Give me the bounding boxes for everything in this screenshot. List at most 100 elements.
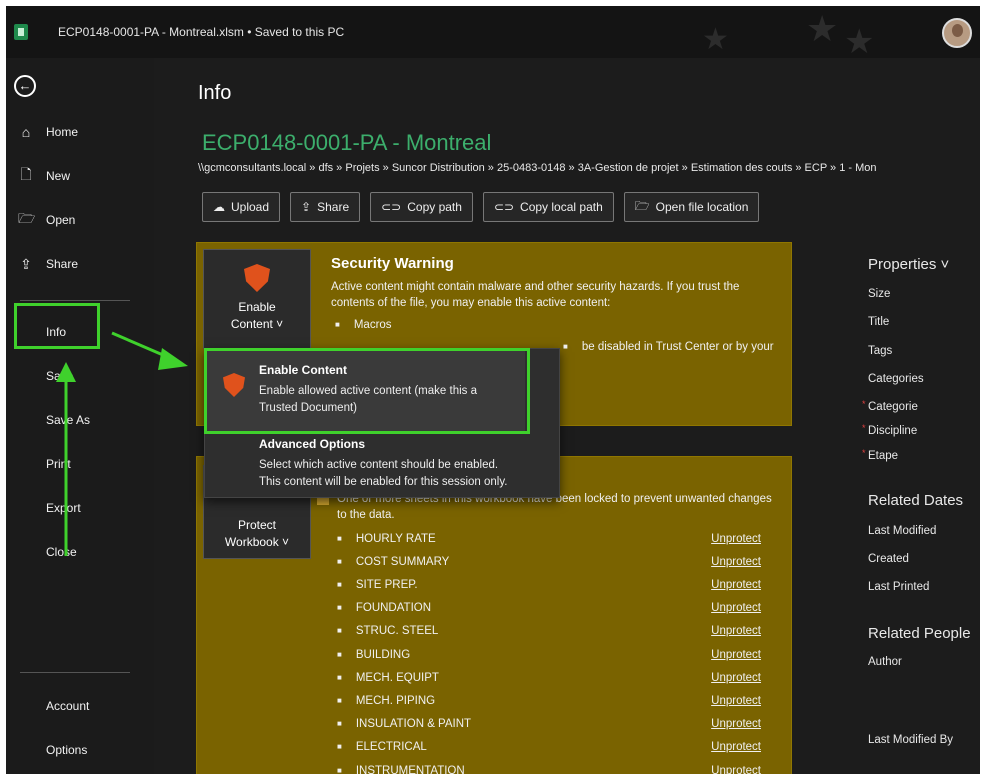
property-discipline: * Discipline xyxy=(862,423,918,437)
star-decoration-icon: ★ xyxy=(844,23,875,61)
last-printed-label: Last Printed xyxy=(868,581,930,593)
upload-button-label: Upload xyxy=(231,200,270,214)
list-item: ELECTRICAL Unprotect xyxy=(337,741,761,753)
sidebar-item-new[interactable]: 🗋 New xyxy=(18,164,70,188)
file-actions-toolbar: ☁ Upload ⇪ Share ⊂⊃ Copy path ⊂⊃ Copy lo… xyxy=(202,192,760,222)
open-file-location-button-label: Open file location xyxy=(655,200,749,214)
list-item: BUILDING Unprotect xyxy=(337,649,761,661)
related-people-heading: Related People xyxy=(868,625,971,642)
sidebar-item-save[interactable]: Save xyxy=(46,369,73,383)
copy-local-path-button[interactable]: ⊂⊃ Copy local path xyxy=(482,192,614,222)
unprotect-link[interactable]: Unprotect xyxy=(711,579,761,591)
sheet-name: INSTRUMENTATION xyxy=(337,765,465,774)
list-item: INSULATION & PAINT Unprotect xyxy=(337,718,761,730)
protect-workbook-label-dropdown: Workbook ˅ xyxy=(224,535,290,549)
sidebar-divider xyxy=(20,672,130,673)
property-categories: Categories xyxy=(868,373,924,385)
sheet-name: COST SUMMARY xyxy=(337,556,450,568)
property-label: Categorie xyxy=(868,401,918,413)
enable-content-highlight-box xyxy=(204,348,530,434)
macros-bullet: Macros xyxy=(335,319,392,331)
excel-app-icon xyxy=(14,24,28,40)
sheet-name: BUILDING xyxy=(337,649,410,661)
sidebar-divider xyxy=(20,300,130,301)
unprotect-link[interactable]: Unprotect xyxy=(711,695,761,707)
advanced-options-menu-desc: This content will be enabled for this se… xyxy=(259,476,508,488)
copy-local-path-button-label: Copy local path xyxy=(520,200,603,214)
property-etape: * Etape xyxy=(862,448,899,462)
page-title: Info xyxy=(198,82,232,104)
sheet-name: INSULATION & PAINT xyxy=(337,718,471,730)
list-item: MECH. EQUIPT Unprotect xyxy=(337,672,761,684)
link-icon: ⊂⊃ xyxy=(493,200,515,214)
shield-icon xyxy=(244,264,270,292)
sidebar-item-label: Open xyxy=(46,213,76,227)
upload-button[interactable]: ☁ Upload xyxy=(202,192,281,222)
unprotect-link[interactable]: Unprotect xyxy=(711,556,761,568)
title-bar: ECP0148-0001-PA - Montreal.xlsm • Saved … xyxy=(6,6,980,61)
list-item: SITE PREP. Unprotect xyxy=(337,579,761,591)
file-title: ECP0148-0001-PA - Montreal xyxy=(202,130,492,155)
sidebar-item-label: Home xyxy=(46,125,79,139)
sidebar-item-export[interactable]: Export xyxy=(46,501,81,515)
unprotect-link[interactable]: Unprotect xyxy=(711,765,761,774)
user-avatar[interactable] xyxy=(942,18,972,48)
enable-content-label: Enable xyxy=(238,300,276,314)
related-dates-heading: Related Dates xyxy=(868,492,964,509)
properties-heading[interactable]: Properties ˅ xyxy=(868,256,949,273)
sheet-name: MECH. PIPING xyxy=(337,695,435,707)
copy-path-button[interactable]: ⊂⊃ Copy path xyxy=(370,192,473,222)
list-item: STRUC. STEEL Unprotect xyxy=(337,625,761,637)
unprotect-link[interactable]: Unprotect xyxy=(711,625,761,637)
sidebar-item-label: Share xyxy=(46,257,79,271)
share-icon: ⇪ xyxy=(301,200,312,214)
list-item: FOUNDATION Unprotect xyxy=(337,602,761,614)
advanced-options-menu-item[interactable]: Advanced Options Select which active con… xyxy=(205,433,559,497)
new-document-icon: 🗋 xyxy=(20,166,32,182)
list-item: INSTRUMENTATION Unprotect xyxy=(337,765,761,774)
created-label: Created xyxy=(868,553,909,565)
property-size: Size xyxy=(868,288,891,300)
sidebar-item-print[interactable]: Print xyxy=(46,457,71,471)
sheet-name: HOURLY RATE xyxy=(337,533,436,545)
home-icon: ⌂ xyxy=(21,124,31,140)
unprotect-link[interactable]: Unprotect xyxy=(711,718,761,730)
trust-center-tail: be disabled in Trust Center or by your xyxy=(581,341,774,353)
excel-backstage-window: ECP0148-0001-PA - Montreal.xlsm • Saved … xyxy=(6,6,980,774)
sidebar-item-home[interactable]: ⌂ Home xyxy=(18,120,78,144)
sidebar-item-save-as[interactable]: Save As xyxy=(46,413,90,427)
sidebar-item-options[interactable]: Options xyxy=(46,743,87,757)
sidebar-item-open[interactable]: 🗁 Open xyxy=(18,208,75,232)
macros-label: Macros xyxy=(353,319,392,331)
list-item: HOURLY RATE Unprotect xyxy=(337,533,761,545)
unprotect-link[interactable]: Unprotect xyxy=(711,672,761,684)
unprotect-link[interactable]: Unprotect xyxy=(711,649,761,661)
enable-content-button[interactable]: Enable Content ˅ xyxy=(203,249,311,349)
property-title: Title xyxy=(868,316,890,328)
sidebar-item-close[interactable]: Close xyxy=(46,545,77,559)
open-file-location-button[interactable]: 🗁 Open file location xyxy=(623,192,760,222)
star-decoration-icon: ★ xyxy=(806,8,839,49)
cloud-upload-icon: ☁ xyxy=(213,200,225,214)
file-path-breadcrumb: \\gcmconsultants.local » dfs » Projets »… xyxy=(198,162,877,174)
share-button[interactable]: ⇪ Share xyxy=(290,192,361,222)
property-label: Discipline xyxy=(868,425,918,437)
unprotect-link[interactable]: Unprotect xyxy=(711,602,761,614)
list-item: COST SUMMARY Unprotect xyxy=(337,556,761,568)
property-label: Etape xyxy=(868,450,899,462)
copy-path-button-label: Copy path xyxy=(407,200,462,214)
backstage-sidebar: ← ⌂ Home 🗋 New 🗁 Open ⇪ Share Info Save … xyxy=(6,58,154,774)
advanced-options-menu-desc: Select which active content should be en… xyxy=(259,459,499,471)
security-warning-heading: Security Warning xyxy=(331,255,454,272)
window-title: ECP0148-0001-PA - Montreal.xlsm • Saved … xyxy=(58,25,345,39)
star-decoration-icon: ★ xyxy=(702,23,729,56)
sidebar-item-share[interactable]: ⇪ Share xyxy=(18,252,78,276)
sidebar-item-account[interactable]: Account xyxy=(46,699,89,713)
list-item: MECH. PIPING Unprotect xyxy=(337,695,761,707)
back-arrow-icon[interactable]: ← xyxy=(14,75,36,97)
enable-content-label-dropdown: Content ˅ xyxy=(230,317,284,331)
author-label: Author xyxy=(868,656,902,668)
unprotect-link[interactable]: Unprotect xyxy=(711,741,761,753)
advanced-options-menu-title: Advanced Options xyxy=(259,437,366,451)
unprotect-link[interactable]: Unprotect xyxy=(711,533,761,545)
